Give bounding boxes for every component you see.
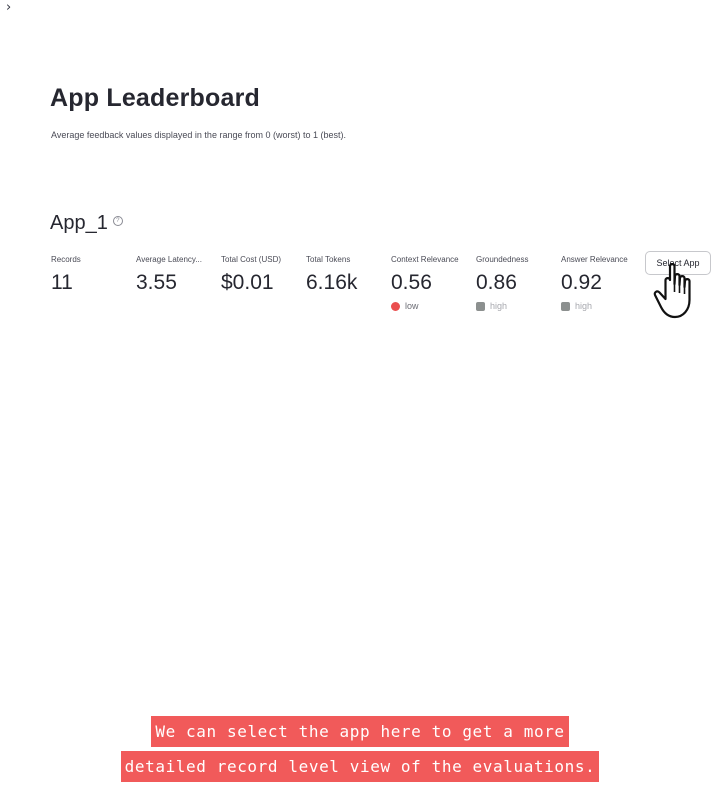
metric-delta-text: high [575,301,593,311]
metric-delta-text: high [490,301,508,311]
caption-text: We can select the app here to get a more [151,716,569,747]
metric-value: 3.55 [136,271,177,294]
page-subtitle: Average feedback values displayed in the… [51,130,346,140]
sidebar-expand-chevron-icon[interactable]: › [6,0,11,15]
gray-square-icon [476,301,485,311]
caption-line-1: We can select the app here to get a more [0,715,720,749]
metric-context-relevance: Context Relevance 0.56 low [391,254,471,311]
metric-average-latency: Average Latency... 3.55 [136,254,216,295]
metric-records: Records 11 [51,254,131,295]
metric-delta: high [561,301,641,311]
metric-label: Answer Relevance [561,255,628,264]
metric-value: 0.92 [561,271,602,294]
metric-delta: high [476,301,556,311]
metric-delta-text: low [405,301,419,311]
help-circle-icon[interactable]: ? [112,215,123,226]
red-circle-icon [391,301,400,311]
app-name-heading: App_1 ? [50,212,123,235]
metric-label: Records [51,255,81,264]
metric-label: Total Cost (USD) [221,255,282,264]
caption-text: detailed record level view of the evalua… [120,751,600,782]
metric-value: $0.01 [221,271,274,294]
metric-label: Groundedness [476,255,529,264]
pointing-hand-icon [653,263,691,319]
metric-value: 0.56 [391,271,432,294]
metric-label: Total Tokens [306,255,351,264]
page: › App Leaderboard Average feedback value… [0,0,720,810]
metric-value: 6.16k [306,271,358,294]
metric-groundedness: Groundedness 0.86 high [476,254,556,311]
metric-value: 0.86 [476,271,517,294]
metric-answer-relevance: Answer Relevance 0.92 high [561,254,641,311]
metric-value: 11 [51,271,73,294]
app-name-text: App_1 [50,212,108,234]
caption-line-2: detailed record level view of the evalua… [0,750,720,784]
metric-label: Average Latency... [136,255,202,264]
page-title: App Leaderboard [50,84,260,112]
gray-square-icon [561,301,570,311]
metric-label: Context Relevance [391,255,459,264]
metric-total-cost: Total Cost (USD) $0.01 [221,254,301,295]
metric-total-tokens: Total Tokens 6.16k [306,254,386,295]
metric-delta: low [391,301,471,311]
